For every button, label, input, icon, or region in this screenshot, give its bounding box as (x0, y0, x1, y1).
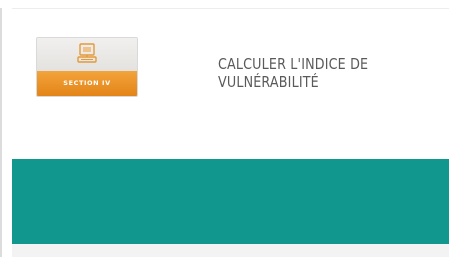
computer-icon (77, 43, 97, 63)
section-badge-label: SECTION IV (37, 71, 137, 96)
left-border (0, 8, 2, 257)
top-margin (0, 0, 449, 8)
badge-icon-area (37, 38, 137, 71)
teal-band (12, 159, 449, 244)
section-badge-button[interactable]: SECTION IV (36, 37, 138, 97)
page-title-line-1: CALCULER L'INDICE DE (218, 55, 369, 73)
page-title-line-2: VULNÉRABILITÉ (218, 73, 319, 91)
page: SECTION IV CALCULER L'INDICE DE VULNÉRAB… (0, 0, 449, 257)
bottom-strip (12, 244, 449, 257)
section-card: SECTION IV CALCULER L'INDICE DE VULNÉRAB… (12, 8, 449, 159)
page-title: CALCULER L'INDICE DE VULNÉRABILITÉ (218, 55, 411, 91)
